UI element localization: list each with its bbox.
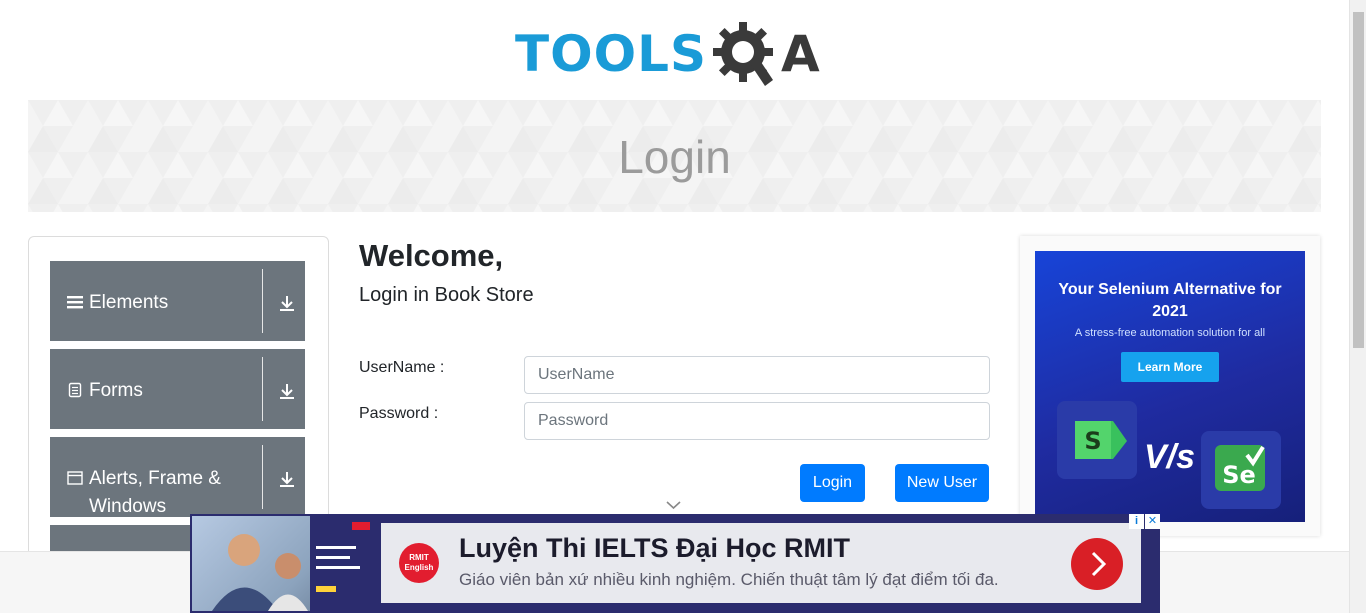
divider <box>262 445 263 509</box>
ad-photo <box>212 516 378 611</box>
password-label: Password : <box>359 405 439 422</box>
download-arrow-icon[interactable] <box>278 470 296 488</box>
ad-rmit-image <box>192 516 378 611</box>
divider <box>262 269 263 333</box>
logo-text-a: A <box>781 25 820 83</box>
sidebar-group-alerts[interactable]: Alerts, Frame & Windows <box>50 437 305 517</box>
logo-text-tools: TOOLS <box>515 25 707 83</box>
sidebar-group-elements[interactable]: Elements <box>50 261 305 341</box>
password-input[interactable] <box>524 402 990 440</box>
ad-close-icon[interactable]: ✕ <box>1145 514 1160 529</box>
vs-text: V/s <box>1144 438 1196 476</box>
rmit-logo: RMIT English <box>399 543 439 583</box>
testsigma-tile: S <box>1057 401 1137 479</box>
ad-rmit-go-button[interactable] <box>1071 538 1123 590</box>
ad-rmit-body: Giáo viên bản xứ nhiều kinh nghiệm. Chiế… <box>459 570 999 589</box>
username-label: UserName : <box>359 359 445 376</box>
welcome-heading: Welcome, <box>359 238 504 273</box>
login-button[interactable]: Login <box>800 464 865 502</box>
login-subtitle: Login in Book Store <box>359 284 534 306</box>
new-user-button[interactable]: New User <box>895 464 989 502</box>
ad-rmit-headline: Luyện Thi IELTS Đại Học RMIT <box>459 533 851 563</box>
page-banner: Login <box>28 100 1321 212</box>
page-title: Login <box>618 131 731 183</box>
chevron-down-icon[interactable] <box>666 500 681 510</box>
page: TOOLS A Login Elements Forms Alerts, Fra… <box>0 0 1366 613</box>
scrollbar-thumb[interactable] <box>1353 12 1364 348</box>
learn-more-button[interactable]: Learn More <box>1121 352 1219 382</box>
ad-rmit-panel[interactable]: RMIT English Luyện Thi IELTS Đại Học RMI… <box>381 523 1141 603</box>
svg-text:S: S <box>1084 427 1101 455</box>
ad-info-icon[interactable]: i <box>1129 514 1144 529</box>
sidebar-group-label: Forms <box>89 380 143 401</box>
download-arrow-icon[interactable] <box>278 294 296 312</box>
gear-q-icon <box>713 22 773 86</box>
divider <box>262 357 263 421</box>
selenium-tile: Se <box>1201 431 1281 509</box>
sidebar-group-label: Elements <box>89 292 169 313</box>
ad-headline: Your Selenium Alternative for 2021 <box>1058 281 1282 320</box>
selenium-logo-icon: Se <box>1215 445 1265 491</box>
ad-card[interactable]: Your Selenium Alternative for 2021 A str… <box>1035 251 1305 522</box>
svg-text:Se: Se <box>1222 461 1256 489</box>
sidebar-group-label: Alerts, Frame & Windows <box>89 468 221 517</box>
ad-selenium[interactable]: Your Selenium Alternative for 2021 A str… <box>1020 236 1320 536</box>
testsigma-logo-icon: S <box>1075 421 1127 459</box>
document-icon <box>68 382 82 398</box>
ad-rmit[interactable]: RMIT English Luyện Thi IELTS Đại Học RMI… <box>190 514 1160 613</box>
sidebar-group-forms[interactable]: Forms <box>50 349 305 429</box>
window-icon <box>67 471 83 485</box>
chevron-right-icon <box>1091 551 1107 577</box>
ad-tagline: A stress-free automation solution for al… <box>1074 327 1266 339</box>
toolsqa-logo[interactable]: TOOLS A <box>515 18 820 90</box>
menu-icon <box>67 296 83 309</box>
download-arrow-icon[interactable] <box>278 382 296 400</box>
vertical-scrollbar[interactable] <box>1349 0 1366 613</box>
username-input[interactable] <box>524 356 990 394</box>
